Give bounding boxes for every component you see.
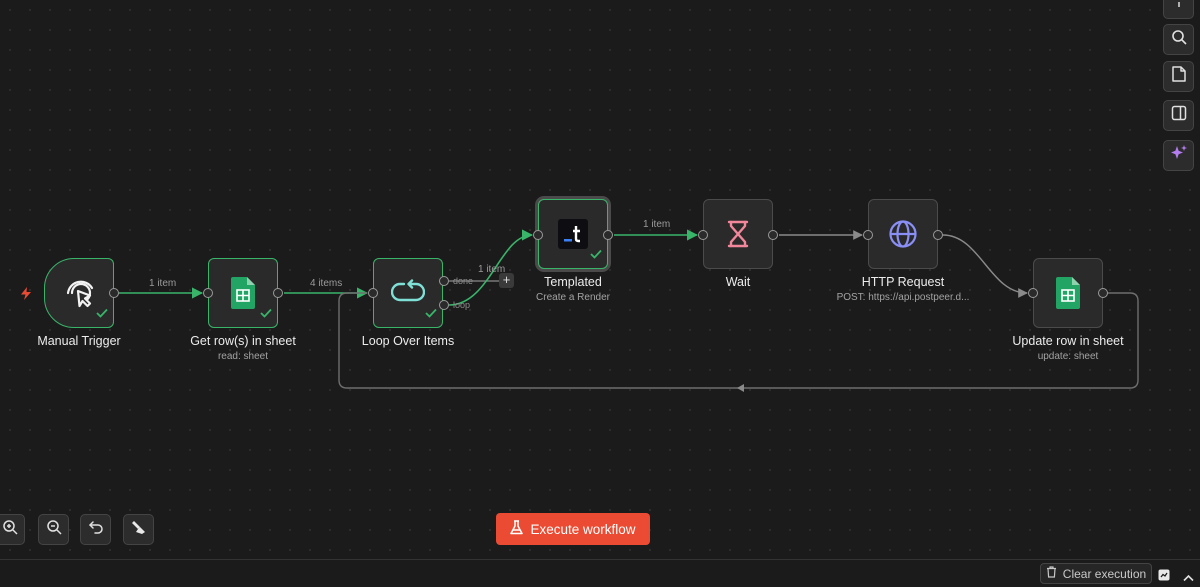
search-icon — [1171, 29, 1187, 50]
undo-button[interactable] — [80, 514, 111, 545]
execute-workflow-button[interactable]: Execute workflow — [496, 513, 650, 545]
search-button[interactable] — [1163, 24, 1194, 55]
node-subtitle-update-row: update: sheet — [1037, 351, 1099, 362]
success-check-icon — [425, 305, 437, 323]
google-sheets-icon — [1056, 277, 1080, 309]
chevron-up-icon[interactable] — [1183, 569, 1194, 587]
input-port-templated[interactable] — [533, 230, 543, 240]
broom-icon — [131, 519, 147, 540]
zoom-out-icon — [46, 519, 62, 540]
success-check-icon — [260, 305, 272, 323]
edge-label-item-count: 1 item — [149, 278, 177, 289]
zoom-to-fit-button[interactable] — [1163, 0, 1194, 19]
logs-icon[interactable] — [1158, 568, 1170, 586]
templated-logo-icon — [558, 219, 588, 249]
tidy-up-button[interactable] — [123, 514, 154, 545]
sparkles-icon — [1170, 144, 1188, 167]
undo-icon — [88, 519, 104, 540]
clear-execution-label: Clear execution — [1062, 566, 1147, 581]
hourglass-icon — [727, 220, 749, 248]
zoom-out-button[interactable] — [38, 514, 69, 545]
google-sheets-icon — [231, 277, 255, 309]
input-port-http[interactable] — [863, 230, 873, 240]
output-port-wait[interactable] — [768, 230, 778, 240]
panel-icon — [1171, 105, 1187, 126]
input-port-loop[interactable] — [368, 288, 378, 298]
lightning-icon — [21, 287, 31, 300]
node-wait[interactable] — [703, 199, 773, 269]
output-port-get-rows[interactable] — [273, 288, 283, 298]
expand-icon — [1172, 0, 1186, 13]
zoom-in-button[interactable] — [0, 514, 25, 545]
node-subtitle-http: POST: https://api.postpeer.d... — [836, 292, 970, 303]
input-port-get-rows[interactable] — [203, 288, 213, 298]
input-port-wait[interactable] — [698, 230, 708, 240]
node-update-row-in-sheet[interactable] — [1033, 258, 1103, 328]
edge-label-item-count: 4 items — [310, 278, 343, 289]
toggle-panel-button[interactable] — [1163, 100, 1194, 131]
output-port-manual-trigger[interactable] — [109, 288, 119, 298]
back-edge-arrow — [737, 384, 744, 392]
output-label-loop: loop — [453, 300, 471, 310]
node-label-loop: Loop Over Items — [361, 334, 455, 348]
node-get-rows-in-sheet[interactable] — [208, 258, 278, 328]
output-port-loop-loop[interactable] — [439, 300, 449, 310]
input-port-update-row[interactable] — [1028, 288, 1038, 298]
output-port-update-row[interactable] — [1098, 288, 1108, 298]
node-subtitle-get-rows: read: sheet — [217, 351, 269, 362]
ai-assistant-button[interactable] — [1163, 140, 1194, 171]
clear-execution-button[interactable]: Clear execution — [1040, 563, 1152, 584]
output-port-loop-done[interactable] — [439, 276, 449, 286]
output-port-templated[interactable] — [603, 230, 613, 240]
node-manual-trigger[interactable] — [44, 258, 114, 328]
flask-icon — [510, 520, 524, 538]
node-label-update-row: Update row in sheet — [1012, 334, 1124, 348]
trash-icon — [1046, 566, 1057, 581]
node-loop-over-items[interactable] — [373, 258, 443, 328]
execute-workflow-label: Execute workflow — [530, 521, 636, 537]
add-node-done-button[interactable]: + — [499, 273, 514, 288]
globe-icon — [888, 219, 918, 249]
node-http-request[interactable] — [868, 199, 938, 269]
loop-icon — [391, 279, 425, 307]
success-check-icon — [590, 246, 602, 264]
success-check-icon — [96, 305, 108, 323]
node-templated[interactable] — [538, 199, 608, 269]
sticky-note-icon — [1171, 66, 1186, 87]
output-label-done: done — [453, 276, 474, 286]
edge-label-item-count: 1 item — [643, 219, 671, 230]
bottom-panel-bar — [0, 559, 1200, 585]
zoom-in-icon — [2, 519, 18, 540]
output-port-http[interactable] — [933, 230, 943, 240]
node-subtitle-templated: Create a Render — [536, 292, 610, 303]
sticky-note-button[interactable] — [1163, 61, 1194, 92]
cursor-click-icon — [62, 276, 96, 310]
node-label-http: HTTP Request — [861, 275, 945, 289]
